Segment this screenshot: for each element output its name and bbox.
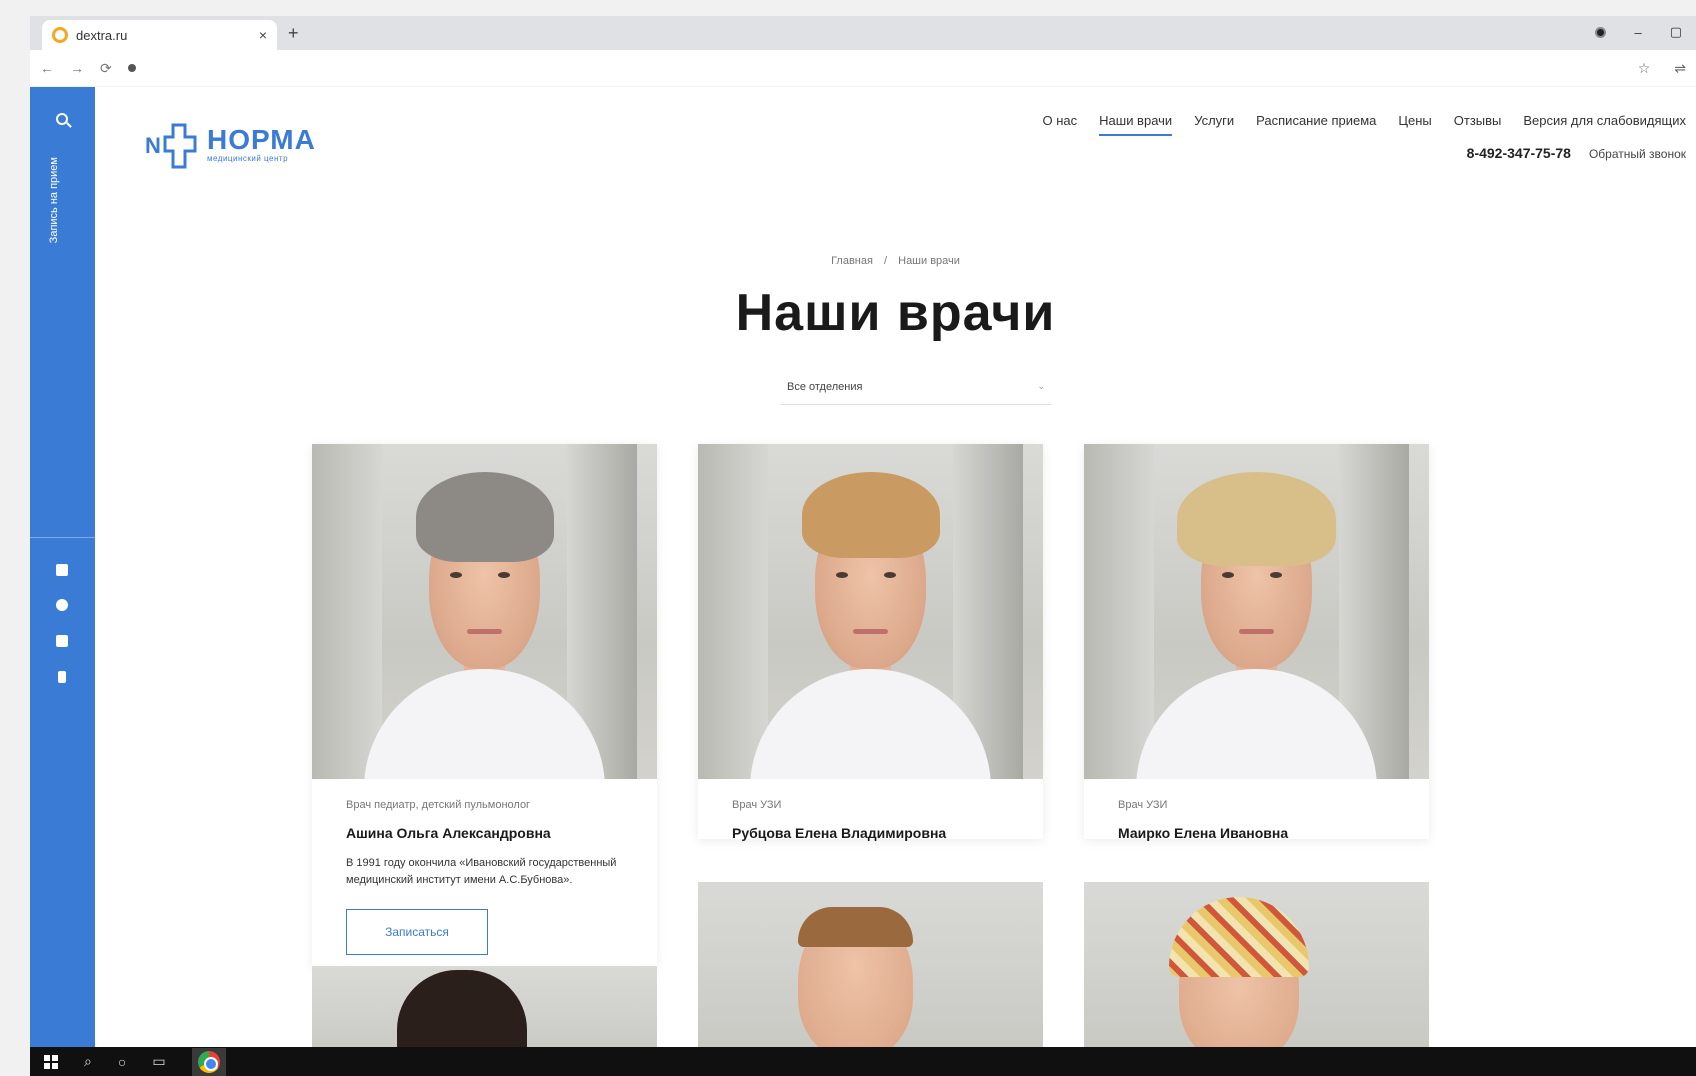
nav-item-services[interactable]: Услуги — [1194, 113, 1234, 136]
contact-block: 8-492-347-75-78 Обратный звонок — [1467, 145, 1686, 161]
search-icon[interactable]: ⌕ — [84, 1053, 92, 1070]
site-info-icon[interactable] — [127, 64, 136, 72]
sidebar: Запись на прием — [30, 87, 95, 1047]
doctor-specialty: Врач УЗИ — [1118, 799, 1168, 811]
doctor-card[interactable]: Врач УЗИ Рубцова Елена Владимировна — [698, 444, 1043, 841]
phone-link[interactable]: 8-492-347-75-78 — [1467, 145, 1571, 161]
appointment-link[interactable]: Запись на прием — [48, 157, 60, 297]
callback-link[interactable]: Обратный звонок — [1589, 147, 1686, 161]
nav-item-schedule[interactable]: Расписание приема — [1256, 113, 1376, 136]
logo-cross-icon: N — [145, 115, 203, 173]
record-icon[interactable] — [1595, 26, 1607, 38]
browser-chrome: dextra.ru × + – ▢ ← → ⟳ ☆ ⇌ — [30, 16, 1696, 86]
doctor-photo — [312, 444, 657, 779]
window-controls: – ▢ — [1595, 24, 1682, 40]
tab-bar: dextra.ru × + – ▢ — [30, 16, 1696, 50]
chevron-down-icon: ⌄ — [1037, 381, 1045, 391]
breadcrumb-home[interactable]: Главная — [831, 255, 873, 267]
breadcrumb: Главная / Наши врачи — [95, 255, 1696, 267]
taskbar: ⌕ ○ ▭ — [30, 1047, 1696, 1076]
bookmark-star-icon[interactable]: ☆ — [1638, 60, 1651, 77]
facebook-icon[interactable] — [58, 671, 66, 683]
nav-item-reviews[interactable]: Отзывы — [1454, 113, 1502, 136]
browser-tab[interactable]: dextra.ru × — [42, 20, 277, 50]
cortana-icon[interactable]: ○ — [118, 1054, 126, 1070]
maximize-button[interactable]: ▢ — [1670, 24, 1682, 40]
web-page: N НОРМА медицинский центр О нас Наши вра… — [95, 87, 1696, 1047]
extensions-icon[interactable]: ⇌ — [1674, 60, 1686, 77]
doctor-photo[interactable] — [312, 966, 657, 1047]
windows-start-icon[interactable] — [44, 1054, 58, 1069]
tab-title: dextra.ru — [76, 27, 128, 43]
doctor-name[interactable]: Рубцова Елена Владимировна — [732, 825, 1023, 841]
doctor-name[interactable]: Ашина Ольга Александровна — [346, 825, 637, 841]
main-nav: О нас Наши врачи Услуги Расписание прием… — [1043, 113, 1686, 136]
doctor-photo — [1084, 444, 1429, 779]
logo-name: НОРМА — [207, 123, 316, 155]
breadcrumb-current: Наши врачи — [898, 255, 960, 267]
department-select-value: Все отделения — [787, 380, 863, 393]
new-tab-button[interactable]: + — [288, 23, 299, 44]
doctor-photo — [698, 444, 1043, 779]
doctor-photo[interactable] — [1084, 882, 1429, 1047]
nav-item-accessibility[interactable]: Версия для слабовидящих — [1523, 113, 1686, 136]
chrome-icon — [197, 1050, 220, 1073]
task-view-icon[interactable]: ▭ — [152, 1053, 165, 1070]
doctor-card[interactable]: Врач УЗИ Маирко Елена Ивановна — [1084, 444, 1429, 841]
address-bar: ← → ⟳ ☆ ⇌ — [30, 50, 1696, 86]
doctor-specialty: Врач УЗИ — [732, 799, 782, 811]
page-title: Наши врачи — [735, 284, 1056, 342]
sidebar-divider — [30, 537, 95, 538]
forward-button[interactable]: → — [70, 60, 84, 77]
instagram-icon[interactable] — [56, 635, 68, 647]
nav-item-prices[interactable]: Цены — [1398, 113, 1431, 136]
nav-item-doctors[interactable]: Наши врачи — [1099, 113, 1173, 136]
breadcrumb-separator: / — [884, 255, 888, 267]
doctor-photo[interactable] — [698, 882, 1043, 1047]
logo-subtitle: медицинский центр — [207, 153, 289, 163]
hand-cursor-icon: ☝ — [462, 966, 476, 991]
doctor-specialty: Врач педиатр, детский пульмонолог — [346, 799, 531, 811]
doctor-card[interactable]: Врач педиатр, детский пульмонолог Ашина … — [312, 444, 657, 966]
favicon-icon — [52, 27, 68, 43]
reload-button[interactable]: ⟳ — [100, 60, 112, 77]
doctor-name[interactable]: Маирко Елена Ивановна — [1118, 825, 1409, 841]
back-button[interactable]: ← — [40, 60, 54, 77]
odnoklassniki-icon[interactable] — [56, 599, 68, 611]
doctor-bio: В 1991 году окончила «Ивановский государ… — [346, 857, 617, 886]
nav-item-about[interactable]: О нас — [1043, 113, 1078, 136]
logo[interactable]: N НОРМА медицинский центр — [145, 115, 316, 173]
department-select[interactable]: Все отделения ⌄ — [781, 369, 1051, 405]
close-tab-icon[interactable]: × — [259, 27, 267, 43]
search-icon[interactable] — [56, 113, 68, 125]
book-appointment-button[interactable]: Записаться — [346, 909, 488, 955]
taskbar-chrome-app[interactable] — [191, 1047, 226, 1076]
minimize-button[interactable]: – — [1634, 25, 1641, 40]
vk-icon[interactable] — [56, 564, 68, 576]
